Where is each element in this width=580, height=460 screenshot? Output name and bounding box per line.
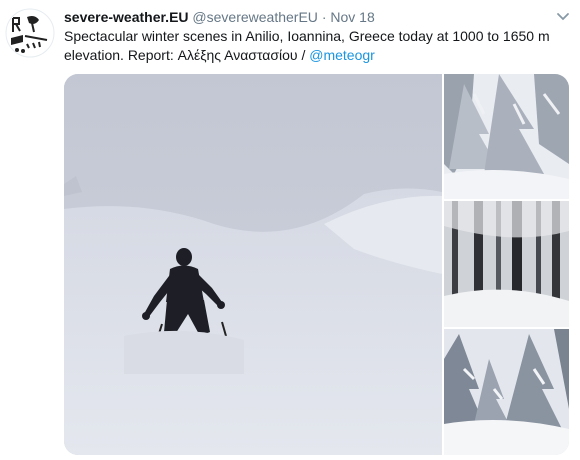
tweet-text: Spectacular winter scenes in Anilio, Ioa…: [64, 27, 564, 65]
chevron-down-icon[interactable]: [556, 10, 570, 24]
photo-thumb-1[interactable]: [444, 74, 569, 199]
author-name[interactable]: severe-weather.EU: [64, 9, 189, 25]
tweet-header: severe-weather.EU @severeweatherEU · Nov…: [64, 9, 375, 25]
photo-thumb-2[interactable]: [444, 201, 569, 327]
photo-thumb-3[interactable]: [444, 329, 569, 455]
tweet-date[interactable]: Nov 18: [330, 9, 374, 25]
separator: ·: [321, 9, 327, 25]
media-grid: [64, 74, 569, 455]
avatar[interactable]: [5, 8, 55, 58]
photo-main[interactable]: [64, 74, 442, 455]
mention-link[interactable]: @meteogr: [309, 47, 375, 63]
tweet-text-body: Spectacular winter scenes in Anilio, Ioa…: [64, 28, 550, 63]
severe-weather-logo-icon: [5, 8, 55, 58]
author-handle[interactable]: @severeweatherEU: [192, 9, 318, 25]
